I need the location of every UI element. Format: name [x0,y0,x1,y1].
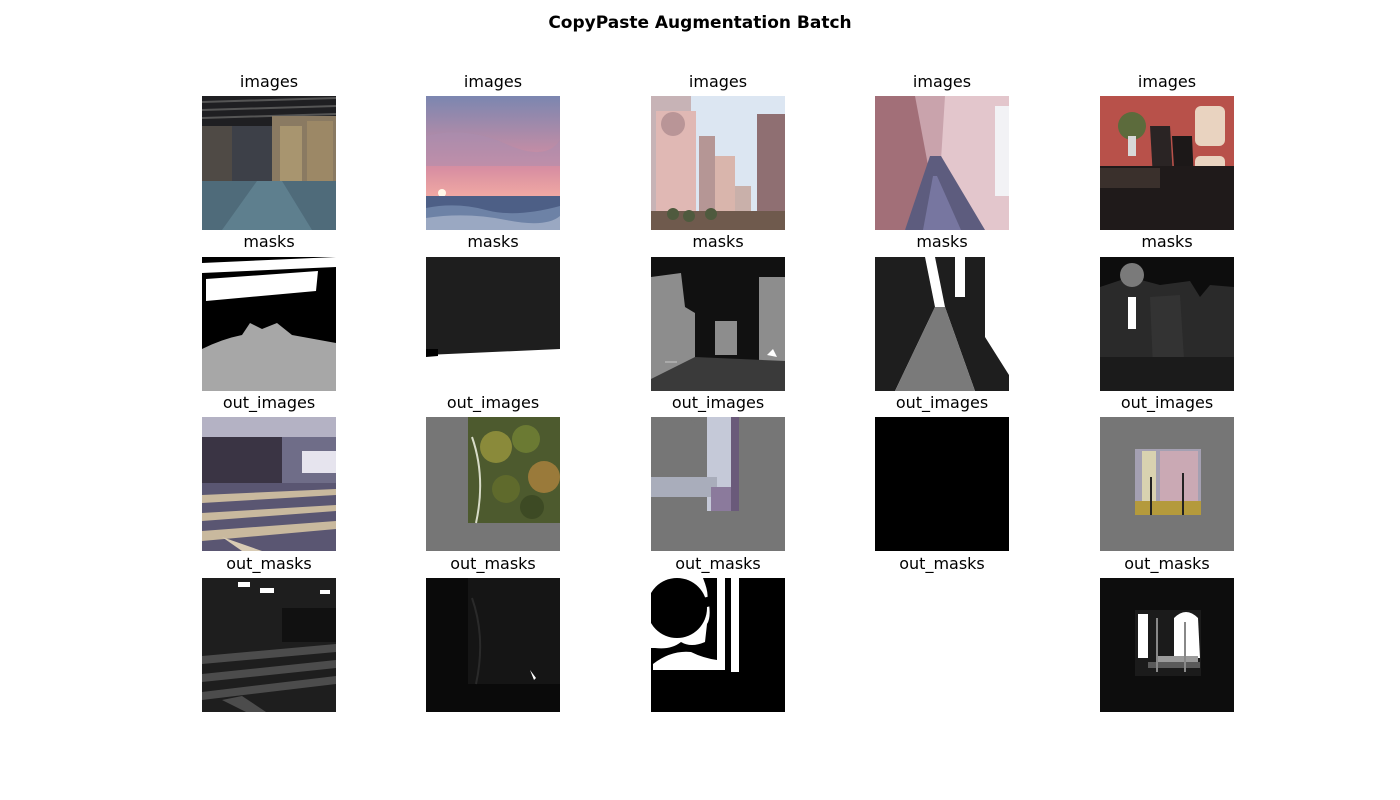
mask-dining [1100,257,1234,391]
image-hallway [875,96,1009,230]
out-mask-street [651,578,785,712]
mask-sunset [426,257,560,391]
image-dining-room [1100,96,1234,230]
caption-out-masks-4: out_masks [899,554,985,573]
caption-images-1: images [239,72,299,91]
caption-images-2: images [463,72,523,91]
caption-masks-3: masks [692,232,744,251]
image-warehouse [202,96,336,230]
mask-warehouse [202,257,336,391]
caption-out-images-2: out_images [446,393,540,412]
out-mask-house [1100,578,1234,712]
out-image-foliage-paste [426,417,560,551]
caption-masks-1: masks [243,232,295,251]
image-skyscrapers [651,96,785,230]
out-image-blank-black [875,417,1009,551]
out-image-classroom [202,417,336,551]
caption-masks-5: masks [1141,232,1193,251]
caption-images-4: images [912,72,972,91]
caption-out-images-1: out_images [222,393,316,412]
caption-masks-4: masks [916,232,968,251]
caption-images-5: images [1137,72,1197,91]
caption-out-masks-2: out_masks [450,554,536,573]
caption-out-masks-3: out_masks [675,554,761,573]
caption-out-images-5: out_images [1120,393,1214,412]
mask-hallway [875,257,1009,391]
caption-masks-2: masks [467,232,519,251]
mask-skyscrapers [651,257,785,391]
caption-images-3: images [688,72,748,91]
out-mask-classroom [202,578,336,712]
out-mask-foliage [426,578,560,712]
image-sunset-sea [426,96,560,230]
out-mask-empty [875,578,1009,712]
caption-out-masks-5: out_masks [1124,554,1210,573]
caption-out-masks-1: out_masks [226,554,312,573]
caption-out-images-3: out_images [671,393,765,412]
caption-out-images-4: out_images [895,393,989,412]
out-image-house-paste [1100,417,1234,551]
image-grid: images images images images images masks… [0,0,1400,800]
out-image-street-paste [651,417,785,551]
